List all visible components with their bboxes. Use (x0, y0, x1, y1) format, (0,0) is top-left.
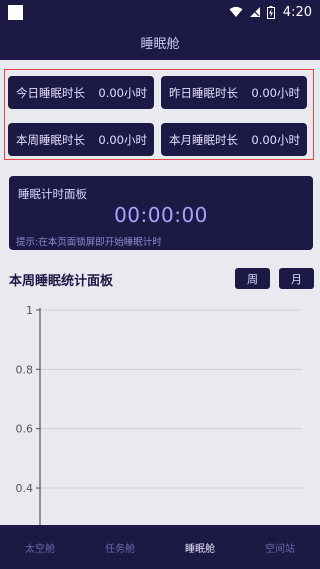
stat-label: 本月睡眠时长 (169, 132, 238, 147)
stat-card-week: 本周睡眠时长 0.00小时 (8, 123, 154, 156)
board-title: 本周睡眠统计面板 (9, 274, 114, 289)
signal-icon (249, 6, 261, 18)
bottom-nav: 太空舱 任务舱 睡眠舱 空间站 (0, 525, 320, 569)
battery-icon (266, 5, 275, 19)
stat-card-month: 本月睡眠时长 0.00小时 (161, 123, 307, 156)
timer-value: 00:00:00 (114, 203, 208, 227)
chart-y-tick-label: 0.6 (16, 423, 34, 436)
timer-title: 睡眠计时面板 (18, 187, 87, 201)
stat-card-yesterday: 昨日睡眠时长 0.00小时 (161, 76, 307, 109)
stat-value: 0.00小时 (251, 132, 300, 147)
stat-label: 本周睡眠时长 (16, 132, 85, 147)
chart-y-tick-label: 0.4 (16, 482, 34, 495)
week-toggle-button[interactable]: 周 (235, 268, 270, 289)
stat-value: 0.00小时 (98, 85, 147, 100)
month-toggle-button[interactable]: 月 (279, 268, 314, 289)
nav-item-space-station[interactable]: 空间站 (240, 540, 320, 555)
sleep-timer-panel: 睡眠计时面板 00:00:00 提示:在本页面锁屏即开始睡眠计时 (9, 176, 313, 250)
nav-item-task-capsule[interactable]: 任务舱 (80, 540, 160, 555)
stat-value: 0.00小时 (251, 85, 300, 100)
nav-item-space-capsule[interactable]: 太空舱 (0, 540, 80, 555)
chart-y-tick-label: 1 (26, 304, 33, 317)
chart-svg: 1 0.8 0.6 0.4 (16, 304, 302, 525)
stat-card-today: 今日睡眠时长 0.00小时 (8, 76, 154, 109)
status-bar: 4:20 (0, 0, 320, 24)
chart-y-tick-label: 0.8 (16, 363, 34, 376)
status-time: 4:20 (282, 4, 312, 20)
stat-label: 昨日睡眠时长 (169, 85, 238, 100)
notification-icon (8, 4, 23, 20)
timer-hint: 提示:在本页面锁屏即开始睡眠计时 (16, 237, 162, 248)
stat-value: 0.00小时 (98, 132, 147, 147)
nav-item-sleep-capsule[interactable]: 睡眠舱 (160, 540, 240, 555)
stat-label: 今日睡眠时长 (16, 85, 85, 100)
weekly-sleep-chart: 1 0.8 0.6 0.4 (0, 300, 320, 525)
wifi-icon (229, 6, 243, 18)
page-title: 睡眠舱 (0, 24, 320, 60)
